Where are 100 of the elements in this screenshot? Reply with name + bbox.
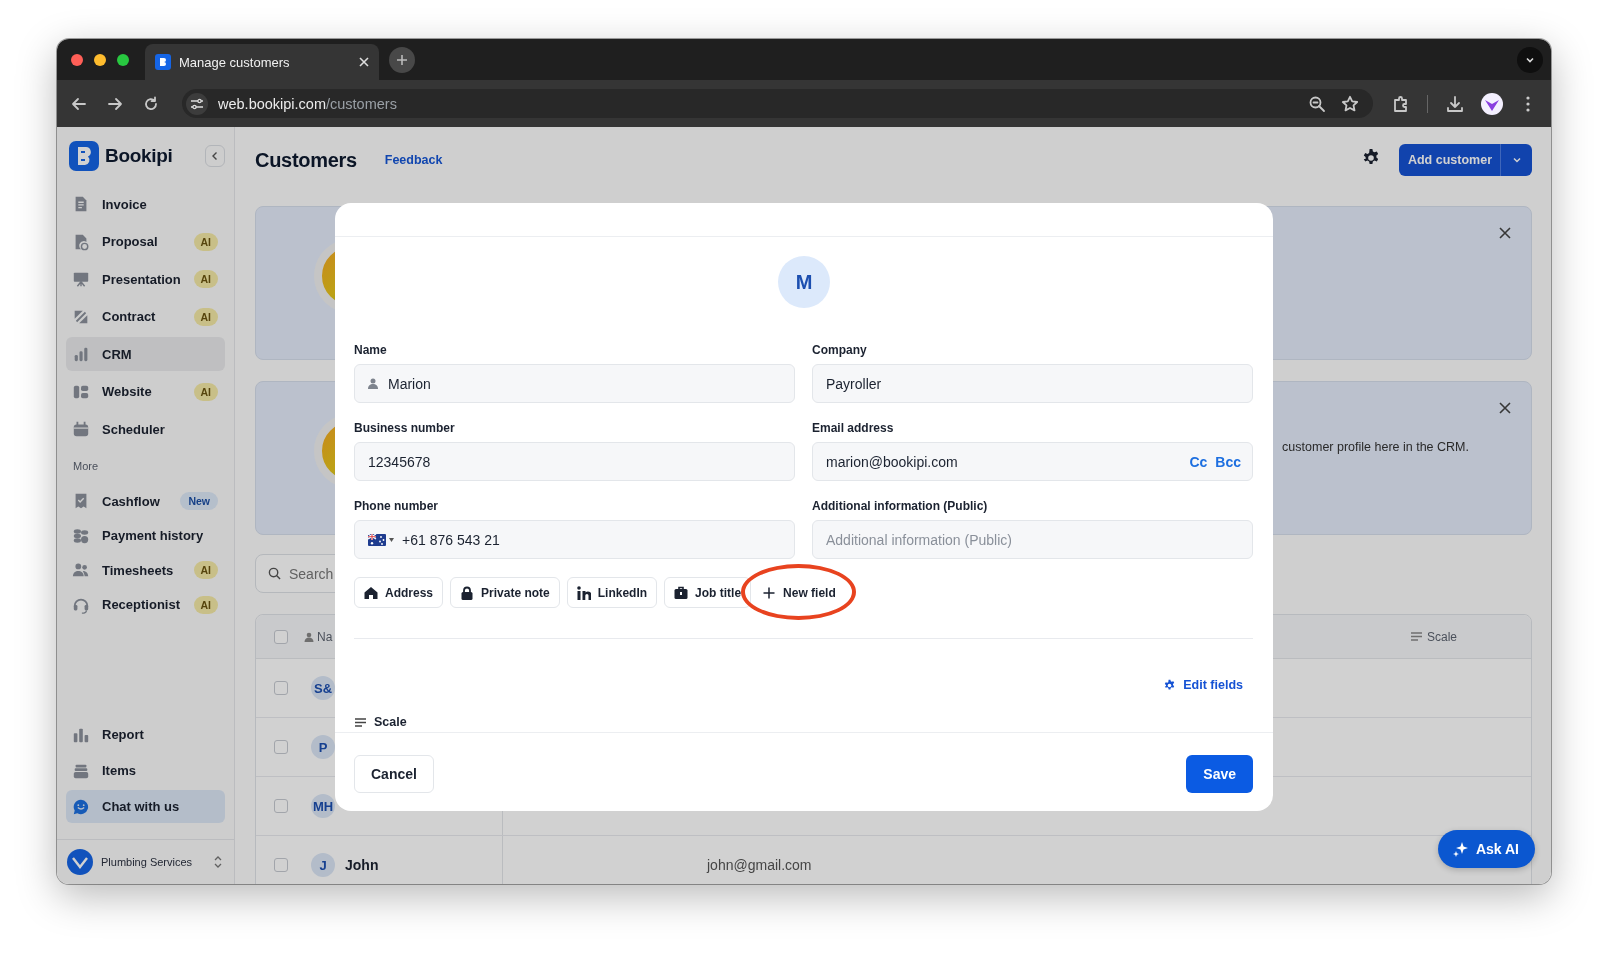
field-label: Email address: [812, 420, 895, 436]
easel-icon: [72, 270, 90, 288]
avatar: J: [311, 853, 335, 877]
zoom-icon: [1308, 94, 1326, 113]
add-field-chip[interactable]: Address: [354, 577, 444, 608]
home-icon: [364, 585, 378, 600]
ai-badge: AI: [193, 382, 218, 401]
avatar: M: [778, 256, 830, 308]
sidebar-item[interactable]: Cashflow New: [66, 485, 225, 517]
in-logo-icon: [576, 585, 591, 600]
cancel-button[interactable]: Cancel: [354, 755, 434, 793]
ai-badge: AI: [193, 307, 218, 326]
new-badge: New: [180, 492, 218, 510]
avatar: P: [311, 735, 335, 759]
column-header[interactable]: Na: [304, 629, 333, 644]
sidebar-item[interactable]: Presentation AI: [66, 262, 225, 296]
add-field-chip[interactable]: Job title: [664, 577, 752, 608]
arrow-left-icon: [71, 95, 87, 112]
checkbox[interactable]: [274, 799, 288, 813]
ask-ai-button[interactable]: Ask AI: [1437, 830, 1535, 868]
custom-field-label: Scale: [374, 715, 407, 729]
puzzle-icon: [1392, 94, 1410, 113]
input-field[interactable]: +61 876 543 21: [354, 520, 795, 559]
avatar: MH: [311, 794, 335, 818]
search-icon: [268, 567, 281, 580]
chat-button[interactable]: Chat with us: [66, 790, 225, 823]
feedback-link[interactable]: Feedback: [384, 153, 443, 167]
sliders-icon: [190, 96, 204, 111]
field-label: Business number: [354, 420, 456, 436]
lines-icon: [355, 717, 366, 727]
new-tab-button[interactable]: [389, 46, 415, 73]
field-label: Additional information (Public): [812, 498, 989, 514]
sidebar-item[interactable]: Scheduler: [66, 412, 225, 446]
checkbox[interactable]: [274, 740, 288, 754]
sidebar-item[interactable]: Contract AI: [66, 299, 225, 334]
sidebar-item[interactable]: Proposal AI: [66, 224, 225, 259]
settings-icon: [1163, 678, 1177, 692]
smiley-chat-icon: [72, 797, 90, 816]
people-icon: [72, 561, 90, 579]
coins-icon: [72, 526, 90, 545]
site-logo-icon: [155, 54, 171, 70]
lock-icon: [460, 585, 475, 600]
workspace-switcher[interactable]: Plumbing Services: [57, 839, 234, 884]
checkbox[interactable]: [274, 681, 288, 695]
page-title: Customers: [255, 148, 357, 172]
person-icon: [368, 378, 378, 389]
sparkle-icon: [1452, 841, 1469, 857]
zoom-window-button[interactable]: [117, 53, 129, 66]
sidebar-item[interactable]: Invoice: [66, 187, 225, 221]
field-label: Phone number: [354, 498, 439, 514]
checkbox[interactable]: [274, 858, 288, 872]
recipient-link[interactable]: Cc: [1189, 453, 1208, 470]
input-field[interactable]: Marion: [354, 364, 795, 403]
sidebar-item[interactable]: Timesheets AI: [66, 554, 225, 586]
address-bar[interactable]: web.bookipi.com/customers: [182, 89, 1373, 118]
lines-icon: [1410, 632, 1422, 641]
email-cell: john@gmail.com: [707, 857, 812, 873]
logo-icon: [69, 141, 99, 171]
sidebar-item[interactable]: Payment history: [66, 520, 225, 551]
input-field[interactable]: Payroller: [812, 364, 1253, 403]
caret-icon: [1511, 155, 1522, 165]
add-field-chip[interactable]: Private note: [450, 577, 560, 608]
sidebar-item[interactable]: Website AI: [66, 374, 225, 409]
plus-icon: [762, 585, 777, 600]
browser-tab[interactable]: Manage customers: [145, 44, 379, 80]
ai-badge: AI: [193, 270, 218, 288]
close-icon: [1499, 227, 1511, 239]
sidebar-item[interactable]: Report: [66, 718, 225, 751]
star-icon: [1341, 94, 1359, 113]
arrow-right-icon: [107, 95, 123, 112]
download-icon: [1446, 94, 1464, 113]
url-text: web.bookipi.com/customers: [218, 95, 398, 112]
recipient-link[interactable]: Bcc: [1215, 453, 1241, 470]
checkbox[interactable]: [274, 629, 288, 644]
add-field-chip[interactable]: LinkedIn: [566, 577, 658, 608]
minimize-window-button[interactable]: [94, 53, 106, 66]
column-header[interactable]: Scale: [1410, 629, 1457, 644]
save-button[interactable]: Save: [1186, 755, 1253, 793]
ai-badge: AI: [193, 595, 218, 614]
bar-chart-icon: [72, 345, 90, 363]
caret-icon: [389, 537, 394, 542]
section-label: More: [73, 459, 100, 474]
field-label: Name: [354, 342, 388, 358]
plus-icon: [396, 53, 408, 66]
sidebar-item[interactable]: Receptionist AI: [66, 589, 225, 620]
close-icon: [1499, 402, 1511, 414]
sidebar-item[interactable]: Items: [66, 754, 225, 787]
close-icon: [359, 57, 369, 67]
close-window-button[interactable]: [71, 53, 83, 66]
field-label: Company: [812, 342, 868, 358]
card-text: customer profile here in the CRM.: [1282, 440, 1469, 454]
chevron-left-icon: [211, 151, 219, 161]
avatar-icon: [1481, 92, 1503, 115]
briefcase-icon: [674, 585, 689, 600]
edit-fields-link[interactable]: Edit fields: [1163, 676, 1243, 694]
sidebar-item[interactable]: CRM: [66, 337, 225, 371]
input-field[interactable]: 12345678: [354, 442, 795, 481]
check-badge-icon: [67, 849, 93, 875]
up-down-icon: [214, 855, 222, 869]
input-field[interactable]: Additional information (Public): [812, 520, 1253, 559]
